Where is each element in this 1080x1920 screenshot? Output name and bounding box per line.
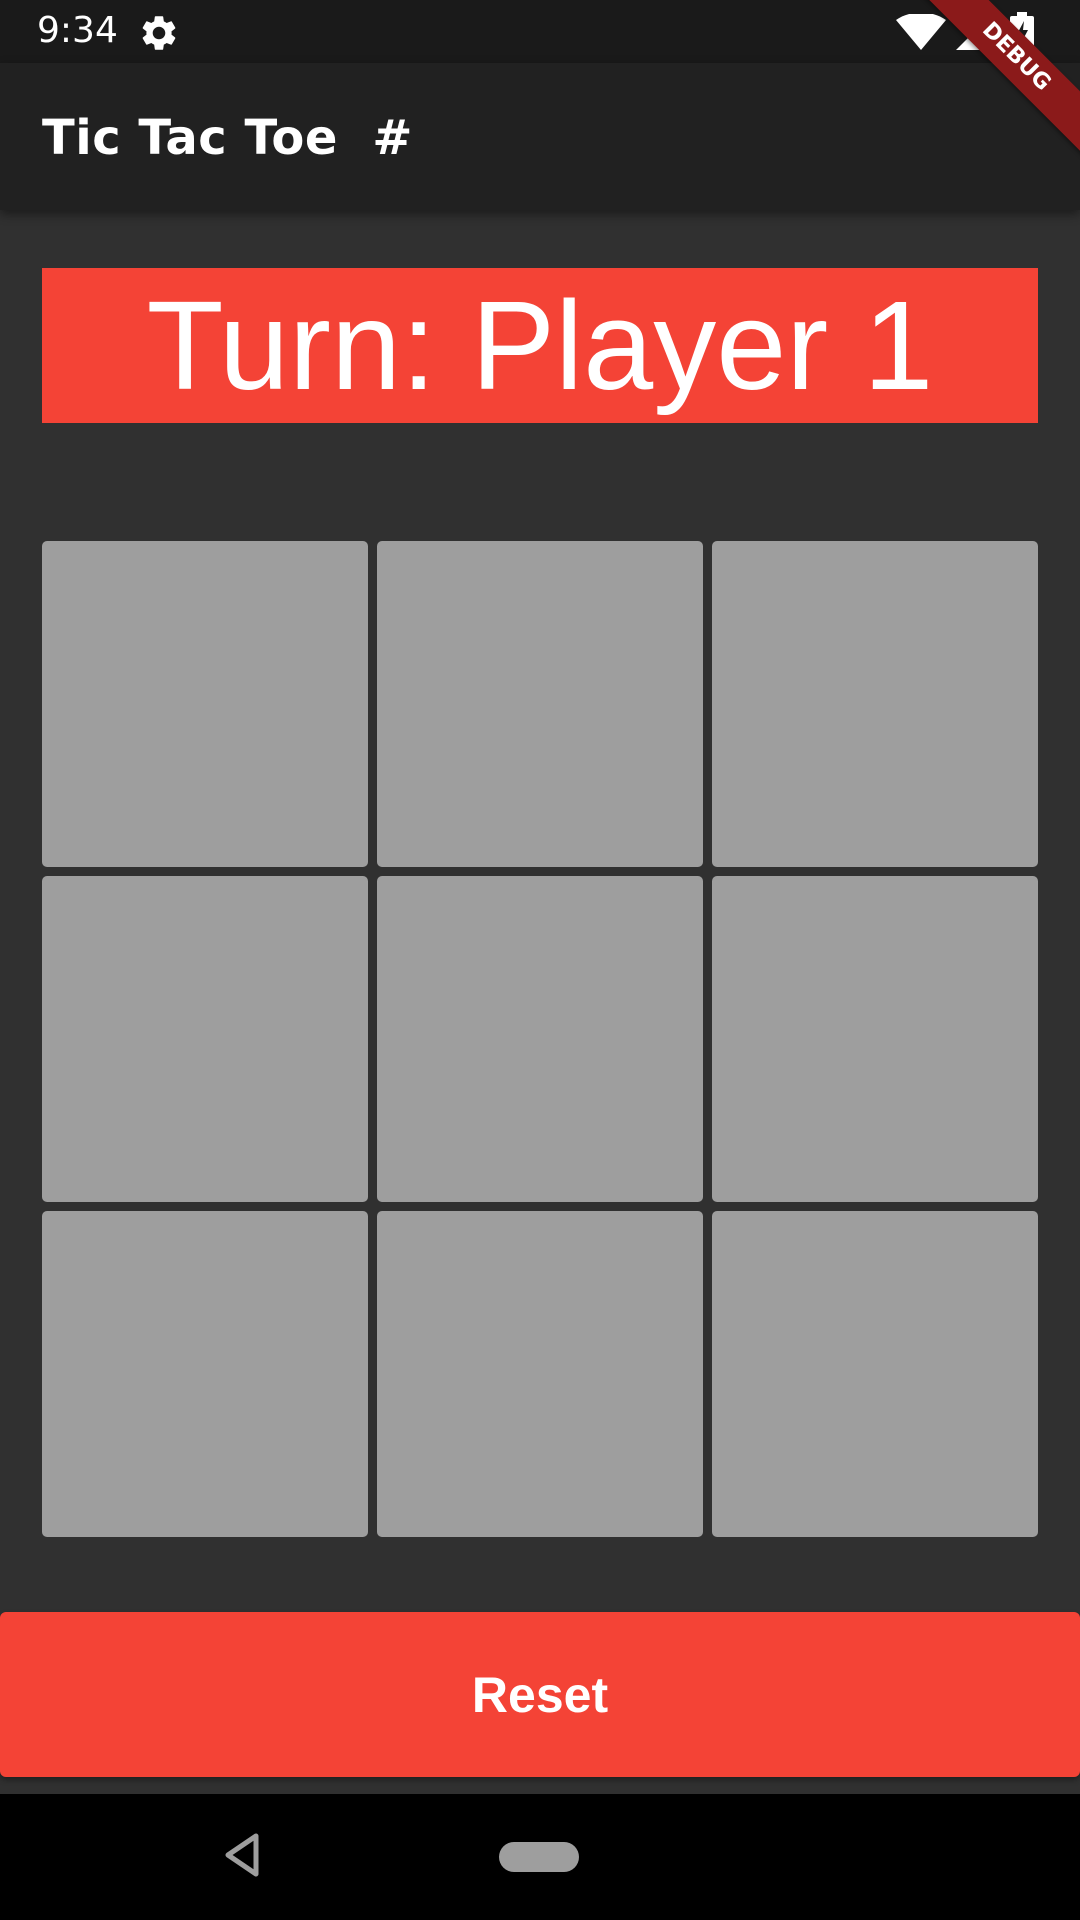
navigation-bar [0, 1794, 1080, 1920]
board-cell-2[interactable] [377, 541, 703, 867]
status-time: 9:34 [37, 10, 118, 51]
reset-button[interactable]: Reset [0, 1612, 1080, 1777]
board-cell-7[interactable] [42, 1211, 368, 1537]
turn-text: Turn: Player 1 [146, 274, 934, 416]
back-icon[interactable] [220, 1830, 262, 1880]
app-screen: 9:34 Tic Tac Toe # DEBUG Turn: Player 1 [0, 0, 1080, 1920]
turn-indicator: Turn: Player 1 [42, 268, 1038, 423]
app-title: Tic Tac Toe # [42, 110, 414, 166]
gear-icon [142, 16, 176, 50]
wifi-icon [896, 14, 946, 50]
app-bar: Tic Tac Toe # [0, 63, 1080, 210]
status-bar: 9:34 [0, 0, 1080, 63]
game-board [42, 541, 1038, 1537]
board-cell-1[interactable] [42, 541, 368, 867]
board-cell-4[interactable] [42, 876, 368, 1202]
board-cell-6[interactable] [712, 876, 1038, 1202]
board-cell-5[interactable] [377, 876, 703, 1202]
board-cell-8[interactable] [377, 1211, 703, 1537]
board-cell-9[interactable] [712, 1211, 1038, 1537]
home-pill-icon[interactable] [499, 1842, 579, 1872]
board-cell-3[interactable] [712, 541, 1038, 867]
